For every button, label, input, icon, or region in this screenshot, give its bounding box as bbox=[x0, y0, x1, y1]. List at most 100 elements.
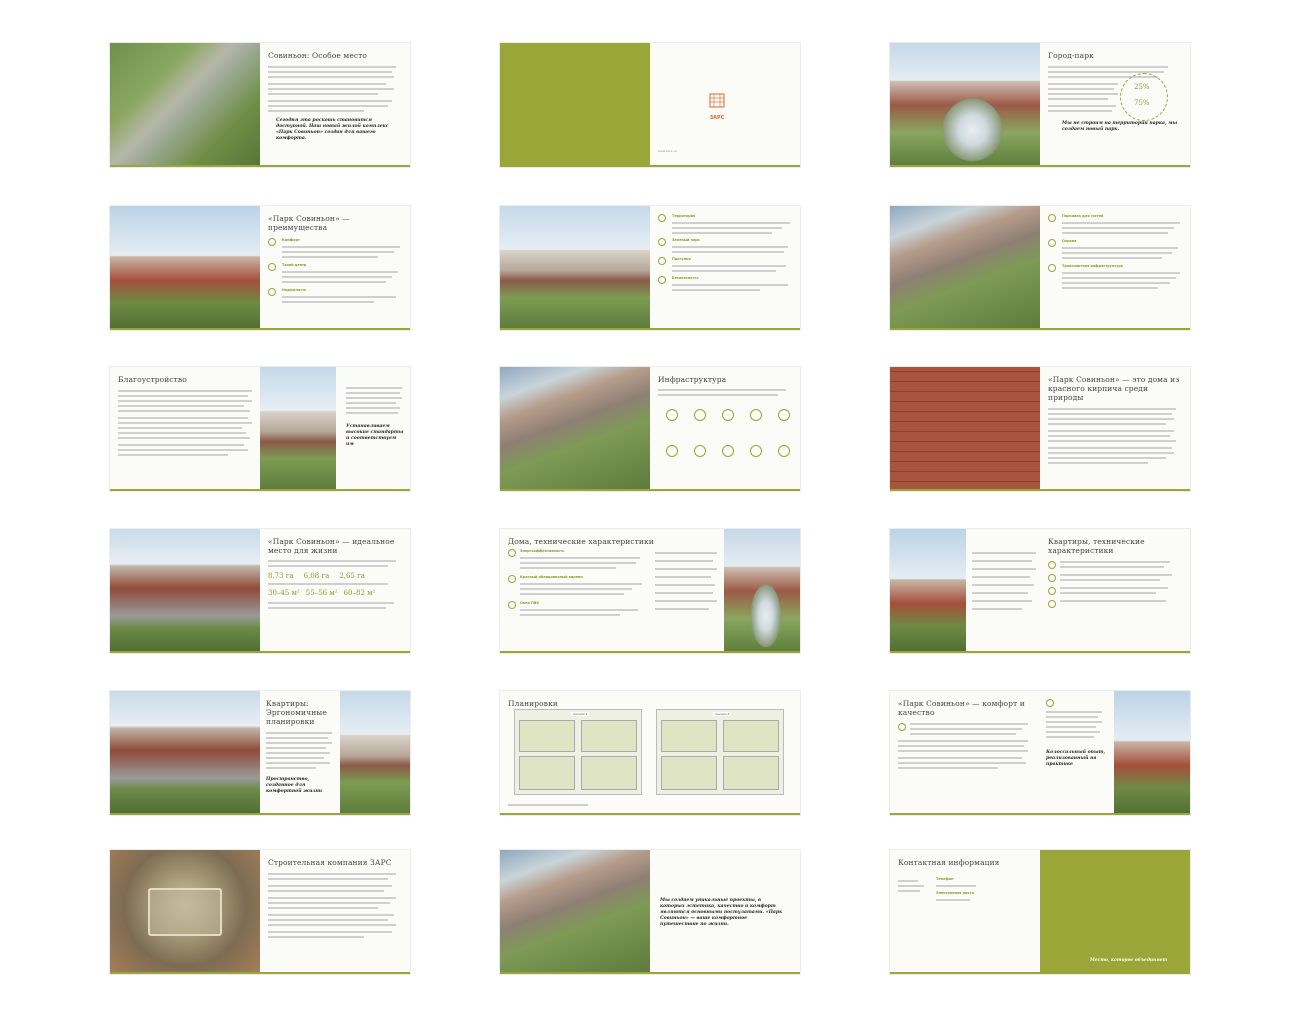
spread-8: Инфраструктура bbox=[500, 367, 800, 491]
school-icon bbox=[666, 409, 678, 421]
feature-label: Территория bbox=[672, 214, 696, 218]
spread-title: Совиньон: Особое место bbox=[268, 51, 368, 60]
bank-icon bbox=[750, 445, 762, 457]
spread-quote: Мы создаем уникальные проекты, в которых… bbox=[660, 898, 783, 927]
spread-title: Инфраструктура bbox=[658, 375, 727, 384]
feature-label: Прогулки bbox=[672, 257, 691, 261]
photo-fountain bbox=[890, 43, 1040, 167]
walk-icon bbox=[658, 257, 666, 265]
heating-icon bbox=[1048, 574, 1056, 582]
feature-label: Парковка для гостей bbox=[1062, 214, 1104, 218]
stat-value: 2,65 га bbox=[339, 572, 365, 580]
plan-label: Секция 1 bbox=[571, 712, 590, 716]
park-icon bbox=[778, 409, 790, 421]
photo-building bbox=[1114, 691, 1190, 815]
spread-14: Планировки Секция 1 Секция 2 bbox=[500, 691, 800, 815]
spread-title: Благоустройство bbox=[118, 375, 187, 384]
spread-3: Город-парк Мы не строим на территории па… bbox=[890, 43, 1190, 167]
photo-infrastructure bbox=[500, 367, 650, 491]
territory-icon bbox=[658, 214, 666, 222]
floor-plan-section-2: Секция 2 bbox=[656, 709, 784, 795]
fitness-icon bbox=[694, 445, 706, 457]
spread-4: «Парк Совиньон» — преимущества Комфорт Т… bbox=[110, 206, 410, 330]
energy-icon bbox=[508, 549, 516, 557]
spread-title: Квартиры, технические характеристики bbox=[1048, 537, 1145, 555]
feature-label: Зеленый парк bbox=[672, 238, 700, 242]
spread-quote: Колоссальный опыт, реализованный на прак… bbox=[1046, 750, 1106, 767]
security-icon bbox=[658, 276, 666, 284]
feature-label: Энергоэффективность bbox=[520, 549, 565, 553]
feature-label: Охрана bbox=[1062, 239, 1077, 243]
green-panel: Место, которое объединяет bbox=[1040, 850, 1190, 974]
spread-10: «Парк Совиньон» — идеальное место для жи… bbox=[110, 529, 410, 653]
photo-street-aerial bbox=[890, 206, 1040, 330]
zars-logo-icon bbox=[705, 91, 729, 115]
spread-quote: Пространство, созданное для комфортной ж… bbox=[266, 777, 323, 794]
spread-7: Благоустройство Устанавливаем высокие ст… bbox=[110, 367, 410, 491]
spread-quote: Мы не строим на территории парка, мы соз… bbox=[1062, 121, 1178, 132]
spread-quote: Устанавливаем высокие стандарты и соотве… bbox=[346, 424, 404, 447]
photo-aerial bbox=[110, 43, 260, 167]
medical-icon bbox=[722, 445, 734, 457]
stat-75: 75% bbox=[1134, 99, 1150, 107]
photo-aerial-district bbox=[500, 850, 650, 974]
spread-13: Квартиры: Эргономичные планировки Простр… bbox=[110, 691, 410, 815]
spread-18: Контактная информация Телефон Электронна… bbox=[890, 850, 1190, 974]
spread-title: Дома, технические характеристики bbox=[508, 537, 654, 546]
quiet-center-icon bbox=[268, 263, 276, 271]
feature-label: Красный облицовочный кирпич bbox=[520, 575, 583, 579]
spread-quote: Сегодня эта роскошь становится доступной… bbox=[276, 118, 389, 141]
spread-title: «Парк Совиньон» — это дома из красного к… bbox=[1048, 375, 1180, 402]
spread-title: «Парк Совиньон» — комфорт и качество bbox=[898, 699, 1025, 717]
spread-9: «Парк Совиньон» — это дома из красного к… bbox=[890, 367, 1190, 491]
shield-icon bbox=[268, 288, 276, 296]
spread-title: «Парк Совиньон» — идеальное место для жи… bbox=[268, 537, 395, 555]
feature-label: Безопасность bbox=[672, 276, 699, 280]
stat-value: 8,73 га bbox=[268, 572, 294, 580]
stat-value: 30–45 м² bbox=[268, 589, 300, 597]
feature-label: Надежность bbox=[282, 288, 307, 292]
feature-label: Тихий центр bbox=[282, 263, 307, 267]
spread-title: «Парк Совиньон» — преимущества bbox=[268, 214, 350, 232]
feature-label: Транспортная инфраструктура bbox=[1062, 264, 1124, 268]
spread-15: «Парк Совиньон» — комфорт и качество Кол… bbox=[890, 691, 1190, 815]
photo-fountain bbox=[724, 529, 800, 653]
spread-1: Совиньон: Особое место Сегодня эта роско… bbox=[110, 43, 410, 167]
green-panel bbox=[500, 43, 650, 167]
window-icon bbox=[508, 601, 516, 609]
photo-street bbox=[110, 691, 260, 815]
feature-label: Окна ПВХ bbox=[520, 601, 540, 605]
brick-icon bbox=[508, 575, 516, 583]
zars-plaque-logo-icon bbox=[148, 888, 222, 936]
spread-title: Контактная информация bbox=[898, 858, 1000, 867]
shop-icon bbox=[722, 409, 734, 421]
photo-building bbox=[890, 529, 966, 653]
stat-value: 60–82 м² bbox=[343, 589, 376, 597]
stat-value: 55–56 м² bbox=[305, 589, 338, 597]
photo-building bbox=[110, 206, 260, 330]
contact-label: Телефон bbox=[936, 877, 954, 881]
transport-icon bbox=[1048, 264, 1056, 272]
spread-title: Планировки bbox=[508, 699, 558, 708]
plan-label: Секция 2 bbox=[713, 712, 732, 716]
photo-street bbox=[110, 529, 260, 653]
kindergarten-icon bbox=[694, 409, 706, 421]
spread-2: ЗАРС www.zars.ua bbox=[500, 43, 800, 167]
cafe-icon bbox=[666, 445, 678, 457]
door-icon bbox=[1048, 561, 1056, 569]
photo-balcony bbox=[340, 691, 410, 815]
photo-courtyard bbox=[260, 367, 336, 491]
photo-red-brick bbox=[890, 367, 1040, 491]
footer-url: www.zars.ua bbox=[658, 149, 677, 153]
feature-label: Комфорт bbox=[282, 238, 300, 242]
spread-5: Территория Зеленый парк Прогулки Безопас… bbox=[500, 206, 800, 330]
infrastructure-icon-grid bbox=[660, 407, 796, 479]
spread-11: Дома, технические характеристики Энергоэ… bbox=[500, 529, 800, 653]
spread-17: Мы создаем уникальные проекты, в которых… bbox=[500, 850, 800, 974]
slogan: Место, которое объединяет bbox=[1090, 958, 1168, 963]
contact-label: Электронная почта bbox=[936, 891, 974, 895]
pharmacy-icon bbox=[750, 409, 762, 421]
green-ratio-circle: 25% 75% bbox=[1120, 73, 1168, 121]
spread-6: Парковка для гостей Охрана Транспортная … bbox=[890, 206, 1190, 330]
photo-building bbox=[500, 206, 650, 330]
